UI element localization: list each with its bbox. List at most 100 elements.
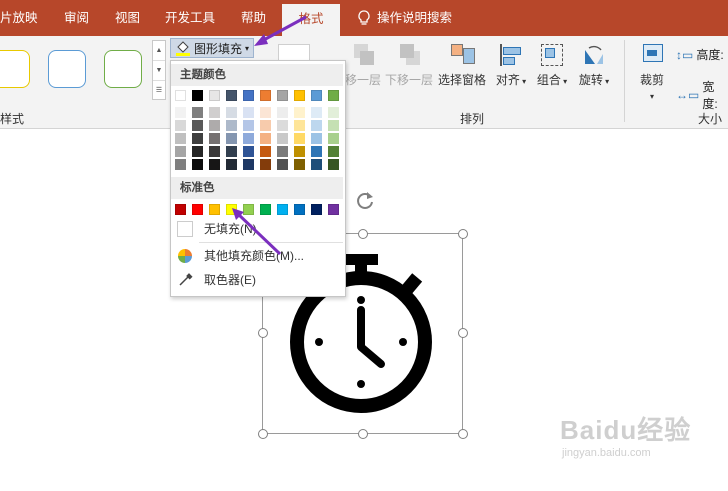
theme-color-swatch[interactable] xyxy=(243,120,254,131)
crop-button[interactable]: 裁剪 ▾ xyxy=(634,42,670,102)
tell-me-label: 操作说明搜索 xyxy=(377,11,453,25)
rotate-handle-icon[interactable] xyxy=(354,190,376,212)
theme-color-swatch[interactable] xyxy=(192,133,203,144)
theme-color-swatch[interactable] xyxy=(277,120,288,131)
theme-color-swatch[interactable] xyxy=(311,120,322,131)
resize-handle-top-right[interactable] xyxy=(458,229,468,239)
theme-color-swatch[interactable] xyxy=(209,159,220,170)
theme-color-swatch[interactable] xyxy=(175,90,186,101)
theme-color-swatch[interactable] xyxy=(277,107,288,118)
theme-color-swatch[interactable] xyxy=(311,133,322,144)
theme-color-swatch[interactable] xyxy=(277,159,288,170)
send-backward-button[interactable]: 下移一层 xyxy=(384,42,434,88)
theme-color-swatch[interactable] xyxy=(226,120,237,131)
tab-review[interactable]: 审阅 xyxy=(64,0,89,36)
theme-color-swatch[interactable] xyxy=(226,133,237,144)
theme-color-swatch[interactable] xyxy=(260,107,271,118)
gallery-down-icon[interactable]: ▼ xyxy=(153,61,165,81)
bring-forward-button[interactable]: 移一层 xyxy=(344,42,382,88)
gallery-more-icon[interactable]: ☰ xyxy=(153,81,165,100)
theme-color-swatch[interactable] xyxy=(243,107,254,118)
group-label: 组合 xyxy=(536,73,561,87)
theme-color-swatch[interactable] xyxy=(328,90,339,101)
standard-color-swatch[interactable] xyxy=(175,204,186,215)
width-field[interactable]: ↔▭ 宽度: xyxy=(676,78,728,112)
theme-color-swatch[interactable] xyxy=(328,146,339,157)
theme-color-swatch[interactable] xyxy=(294,133,305,144)
tab-view[interactable]: 视图 xyxy=(115,0,140,36)
align-button[interactable]: 对齐 ▾ xyxy=(494,42,528,88)
style-gallery-scroll[interactable]: ▲ ▼ ☰ xyxy=(152,40,166,100)
theme-color-swatch[interactable] xyxy=(209,120,220,131)
resize-handle-bottom-left[interactable] xyxy=(258,429,268,439)
theme-color-swatch[interactable] xyxy=(175,159,186,170)
theme-color-swatch[interactable] xyxy=(209,133,220,144)
theme-color-swatch[interactable] xyxy=(243,133,254,144)
tab-developer[interactable]: 开发工具 xyxy=(165,0,215,36)
standard-color-swatch[interactable] xyxy=(328,204,339,215)
theme-color-swatch[interactable] xyxy=(192,90,203,101)
theme-color-swatch[interactable] xyxy=(192,159,203,170)
selection-pane-button[interactable]: 选择窗格 xyxy=(436,42,488,88)
theme-color-swatch[interactable] xyxy=(175,133,186,144)
theme-color-swatch[interactable] xyxy=(294,107,305,118)
theme-color-swatch[interactable] xyxy=(243,146,254,157)
tell-me-search[interactable]: 操作说明搜索 xyxy=(357,0,452,36)
theme-color-swatch[interactable] xyxy=(243,159,254,170)
theme-color-swatch[interactable] xyxy=(294,120,305,131)
theme-color-swatch[interactable] xyxy=(294,159,305,170)
shape-style-preview-green[interactable] xyxy=(104,50,142,88)
theme-color-swatch[interactable] xyxy=(311,107,322,118)
theme-color-swatch[interactable] xyxy=(175,107,186,118)
theme-color-swatch[interactable] xyxy=(260,146,271,157)
theme-color-swatch[interactable] xyxy=(209,107,220,118)
resize-handle-left[interactable] xyxy=(258,328,268,338)
theme-color-swatch[interactable] xyxy=(192,146,203,157)
theme-color-swatch[interactable] xyxy=(243,90,254,101)
theme-color-swatch[interactable] xyxy=(277,133,288,144)
theme-color-swatch[interactable] xyxy=(175,146,186,157)
theme-color-swatch[interactable] xyxy=(328,133,339,144)
theme-color-swatch[interactable] xyxy=(226,107,237,118)
theme-color-swatch[interactable] xyxy=(175,120,186,131)
resize-handle-top[interactable] xyxy=(358,229,368,239)
resize-handle-right[interactable] xyxy=(458,328,468,338)
shape-fill-button[interactable]: 图形填充 ▾ xyxy=(170,38,254,58)
shape-style-preview-yellow[interactable] xyxy=(0,50,30,88)
standard-color-swatch[interactable] xyxy=(311,204,322,215)
theme-color-swatch[interactable] xyxy=(311,90,322,101)
theme-color-swatch[interactable] xyxy=(277,90,288,101)
tab-slideshow[interactable]: 片放映 xyxy=(0,0,38,36)
standard-color-swatch[interactable] xyxy=(192,204,203,215)
theme-color-swatch[interactable] xyxy=(311,146,322,157)
theme-color-swatch[interactable] xyxy=(260,90,271,101)
height-field[interactable]: ↕▭ 高度: xyxy=(676,46,724,63)
theme-color-swatch[interactable] xyxy=(328,120,339,131)
eyedropper-item[interactable]: 取色器(E) xyxy=(171,269,343,291)
theme-color-swatch[interactable] xyxy=(277,146,288,157)
theme-color-swatch[interactable] xyxy=(192,107,203,118)
paint-bucket-icon xyxy=(176,41,190,56)
theme-color-swatch[interactable] xyxy=(328,159,339,170)
standard-color-swatch[interactable] xyxy=(209,204,220,215)
theme-color-swatch[interactable] xyxy=(209,146,220,157)
rotate-button[interactable]: 旋转 ▾ xyxy=(576,42,612,88)
theme-color-swatch[interactable] xyxy=(226,90,237,101)
shape-style-preview-blue[interactable] xyxy=(48,50,86,88)
resize-handle-bottom-right[interactable] xyxy=(458,429,468,439)
theme-color-swatch[interactable] xyxy=(260,120,271,131)
theme-color-swatch[interactable] xyxy=(294,90,305,101)
theme-color-swatch[interactable] xyxy=(209,90,220,101)
theme-color-swatch[interactable] xyxy=(294,146,305,157)
theme-color-swatch[interactable] xyxy=(328,107,339,118)
theme-color-swatch[interactable] xyxy=(192,120,203,131)
theme-color-swatch[interactable] xyxy=(226,146,237,157)
gallery-up-icon[interactable]: ▲ xyxy=(153,41,165,61)
standard-color-swatch[interactable] xyxy=(294,204,305,215)
group-button[interactable]: 组合 ▾ xyxy=(534,42,570,88)
theme-color-swatch[interactable] xyxy=(260,159,271,170)
theme-color-swatch[interactable] xyxy=(226,159,237,170)
resize-handle-bottom[interactable] xyxy=(358,429,368,439)
theme-color-swatch[interactable] xyxy=(311,159,322,170)
theme-color-swatch[interactable] xyxy=(260,133,271,144)
